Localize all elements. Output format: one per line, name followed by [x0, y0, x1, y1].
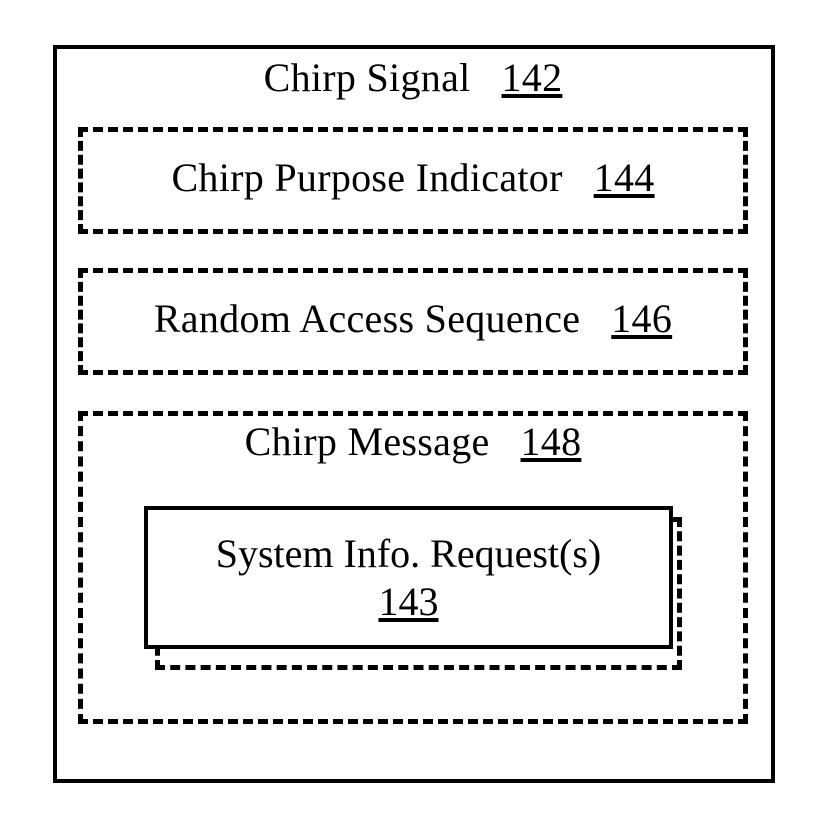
- chirp-purpose-indicator-label: Chirp Purpose Indicator: [171, 155, 563, 200]
- random-access-sequence-title: Random Access Sequence 146: [0, 296, 826, 342]
- chirp-signal-label: Chirp Signal: [263, 55, 471, 100]
- system-info-request-label: System Info. Request(s): [215, 530, 602, 576]
- chirp-purpose-indicator-reference-number: 144: [593, 155, 655, 200]
- chirp-signal-title: Chirp Signal 142: [0, 55, 826, 101]
- chirp-signal-reference-number: 142: [501, 55, 563, 100]
- system-info-request-reference-number: 143: [378, 578, 439, 624]
- random-access-sequence-reference-number: 146: [611, 296, 673, 341]
- system-info-request-block: System Info. Request(s) 143: [144, 506, 673, 649]
- chirp-message-title: Chirp Message 148: [0, 419, 826, 465]
- chirp-message-reference-number: 148: [520, 419, 582, 464]
- chirp-message-label: Chirp Message: [244, 419, 490, 464]
- system-info-request-text: System Info. Request(s) 143: [148, 530, 669, 626]
- chirp-purpose-indicator-title: Chirp Purpose Indicator 144: [0, 155, 826, 201]
- random-access-sequence-label: Random Access Sequence: [153, 296, 581, 341]
- diagram-canvas: System Info. Request(s) 143 Chirp Signal…: [0, 0, 826, 823]
